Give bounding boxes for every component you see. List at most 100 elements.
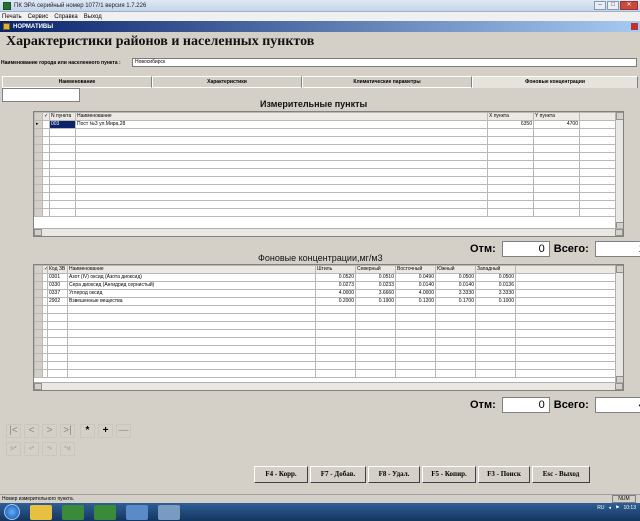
- monitor-icon[interactable]: [126, 504, 148, 520]
- menu-item-help[interactable]: Справка: [54, 14, 78, 20]
- child-window-titlebar[interactable]: НОРМАТИВЫ: [0, 21, 640, 32]
- table-row[interactable]: 0337 Углерод оксид 4.0000 3.6660 4.0000 …: [34, 289, 623, 298]
- table-row[interactable]: ▸ 003 Пост №3 ул.Мира,28 6350 4700: [34, 120, 623, 129]
- background-horizontal-scrollbar[interactable]: [34, 382, 623, 390]
- table-row[interactable]: 2902 Взвешенные вещества 0.2000 0.1900 0…: [34, 297, 623, 306]
- table-row: [34, 208, 623, 217]
- point-number-header[interactable]: N пункта: [49, 112, 76, 121]
- table-row: [34, 192, 623, 201]
- prev-record-button[interactable]: <: [24, 424, 39, 438]
- scroll-left-arrow-icon[interactable]: [34, 383, 42, 390]
- f4-edit-button[interactable]: F4 - Корр.: [254, 466, 308, 483]
- speaker-icon[interactable]: ◂: [608, 505, 611, 511]
- table-row[interactable]: 0330 Сера диоксид (Ангидрид сернистый) 0…: [34, 281, 623, 290]
- check-column-header[interactable]: ✓: [42, 265, 48, 274]
- table-row: [34, 313, 623, 322]
- folder-icon[interactable]: [30, 504, 52, 520]
- point-y-header[interactable]: Y пункта: [533, 112, 580, 121]
- num-lock-indicator: NUM: [612, 495, 636, 503]
- add-record-button[interactable]: +: [98, 424, 113, 438]
- table-row: [34, 353, 623, 362]
- menu-bar: Печать Сервис Справка Выход: [0, 12, 640, 21]
- first-record-button[interactable]: |<: [6, 424, 21, 438]
- point-number-cell[interactable]: 003: [49, 120, 76, 129]
- table-row: [34, 184, 623, 193]
- scroll-left-arrow-icon[interactable]: [34, 229, 42, 236]
- taskbar: RU ◂ ⚑ 10:13: [0, 503, 640, 521]
- f8-delete-button[interactable]: F8 - Удал.: [368, 466, 420, 483]
- scroll-up-arrow-icon[interactable]: [616, 265, 623, 273]
- marked-count: 0: [501, 397, 550, 413]
- child-close-button[interactable]: [631, 23, 638, 30]
- flag-icon[interactable]: ⚑: [615, 505, 619, 511]
- point-x-header[interactable]: X пункта: [487, 112, 534, 121]
- f7-add-button[interactable]: F7 - Добав.: [310, 466, 366, 483]
- point-name-header[interactable]: Наименование: [75, 112, 488, 121]
- total-count: 4: [594, 397, 640, 413]
- start-button[interactable]: [4, 504, 20, 520]
- menu-item-service[interactable]: Сервис: [28, 14, 49, 20]
- next-marked-button[interactable]: *>: [42, 442, 57, 456]
- points-horizontal-scrollbar[interactable]: [34, 228, 623, 236]
- app-icon: [3, 1, 11, 10]
- next-record-button[interactable]: >: [42, 424, 57, 438]
- south-header[interactable]: Южный: [435, 265, 476, 274]
- last-record-button[interactable]: >|: [60, 424, 75, 438]
- maximize-button[interactable]: □: [607, 1, 619, 10]
- point-x-cell[interactable]: 6350: [487, 120, 534, 129]
- table-row: [34, 136, 623, 145]
- points-grid[interactable]: ✓ N пункта Наименование X пункта Y пункт…: [33, 111, 624, 237]
- tab-name[interactable]: Наименование: [2, 76, 152, 88]
- west-header[interactable]: Западный: [475, 265, 516, 274]
- point-name-cell[interactable]: Пост №3 ул.Мира,28: [75, 120, 488, 129]
- tab-climate[interactable]: Климатические параметры: [302, 76, 472, 88]
- scroll-right-arrow-icon[interactable]: [615, 229, 623, 236]
- north-header[interactable]: Северный: [355, 265, 396, 274]
- point-y-cell[interactable]: 4700: [533, 120, 580, 129]
- table-row: [34, 369, 623, 378]
- scroll-right-arrow-icon[interactable]: [615, 383, 623, 390]
- east-header[interactable]: Восточный: [395, 265, 436, 274]
- pollutant-name-header[interactable]: Наименование: [67, 265, 316, 274]
- esc-exit-button[interactable]: Esc - Выход: [532, 466, 590, 483]
- first-marked-button[interactable]: |<*: [6, 442, 21, 456]
- background-vertical-scrollbar[interactable]: [615, 265, 623, 384]
- window-title: ПК ЭРА серийный номер 1077/1 версия 1.7.…: [14, 2, 147, 9]
- points-vertical-scrollbar[interactable]: [615, 112, 623, 230]
- remove-record-button[interactable]: —: [116, 424, 131, 438]
- menu-item-print[interactable]: Печать: [2, 14, 22, 20]
- table-row: [34, 321, 623, 330]
- menu-item-exit[interactable]: Выход: [84, 14, 102, 20]
- last-marked-button[interactable]: *>|: [60, 442, 75, 456]
- pollutant-code-header[interactable]: Код ЗВ: [47, 265, 68, 274]
- minimize-button[interactable]: –: [594, 1, 606, 10]
- table-row[interactable]: 0301 Азот (IV) оксид (Азота диоксид) 0.0…: [34, 273, 623, 282]
- mark-record-button[interactable]: *: [80, 424, 95, 438]
- status-bar: Номер измерительного пункта. NUM: [0, 494, 640, 503]
- system-tray: RU ◂ ⚑ 10:13: [597, 505, 636, 511]
- table-row: [34, 361, 623, 370]
- check-column-header[interactable]: ✓: [42, 112, 50, 121]
- paint-icon[interactable]: [158, 504, 180, 520]
- app-taskbar-icon[interactable]: [62, 504, 84, 520]
- calm-header[interactable]: Штиль: [315, 265, 356, 274]
- tab-characteristics[interactable]: Характеристики: [152, 76, 302, 88]
- scroll-up-arrow-icon[interactable]: [616, 112, 623, 120]
- table-row: [34, 305, 623, 314]
- prev-marked-button[interactable]: <*: [24, 442, 39, 456]
- clock[interactable]: 10:13: [623, 505, 636, 511]
- f3-search-button[interactable]: F3 - Поиск: [478, 466, 530, 483]
- background-grid[interactable]: ✓ Код ЗВ Наименование Штиль Северный Вос…: [33, 264, 624, 391]
- city-input[interactable]: Новосибирск: [132, 58, 637, 67]
- f5-copy-button[interactable]: F5 - Копир.: [422, 466, 476, 483]
- table-row: [34, 144, 623, 153]
- table-row: [34, 337, 623, 346]
- tab-background-concentrations[interactable]: Фоновые концентрации: [472, 76, 638, 88]
- app-taskbar-icon[interactable]: [94, 504, 116, 520]
- close-button[interactable]: ✕: [620, 1, 638, 10]
- child-window-title: НОРМАТИВЫ: [13, 23, 54, 30]
- blank-panel: [2, 88, 80, 102]
- total-count: 1: [594, 241, 640, 257]
- window-titlebar[interactable]: ПК ЭРА серийный номер 1077/1 версия 1.7.…: [0, 0, 640, 12]
- language-indicator[interactable]: RU: [597, 505, 604, 511]
